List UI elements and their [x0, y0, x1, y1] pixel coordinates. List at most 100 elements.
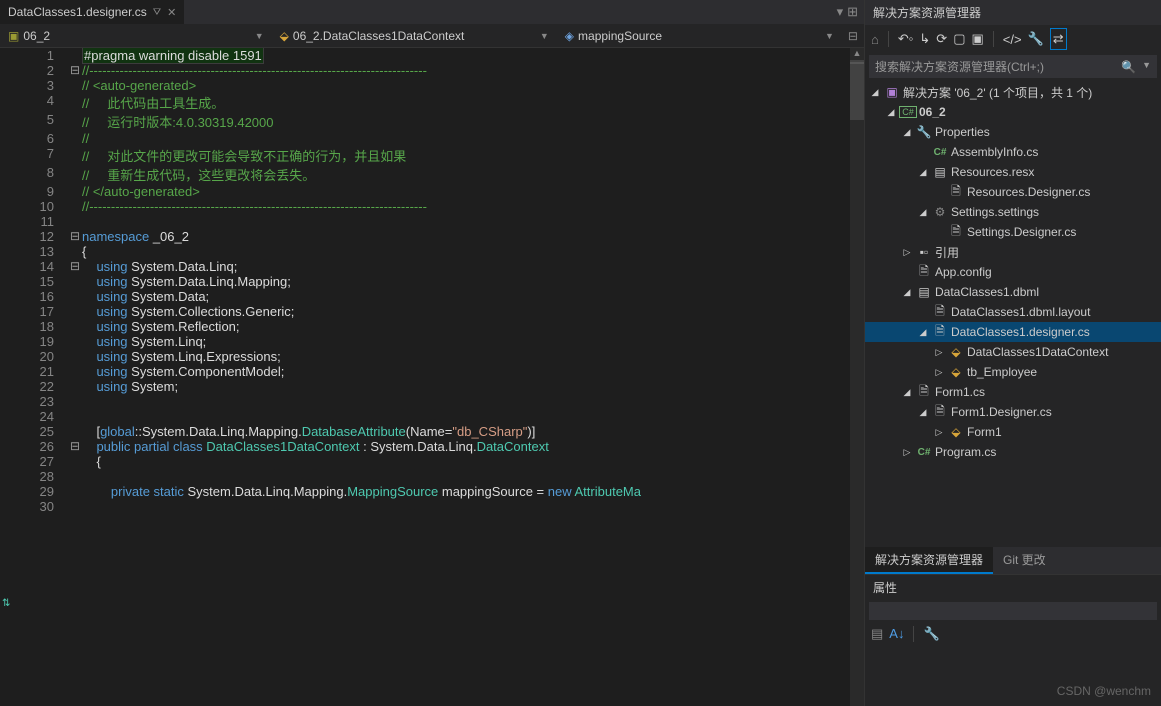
code-line[interactable]: 30: [18, 499, 850, 514]
solution-search-input[interactable]: 搜索解决方案资源管理器(Ctrl+;) 🔍▼: [869, 55, 1157, 78]
refresh-icon[interactable]: ⟳: [936, 31, 947, 47]
expand-arrow-icon[interactable]: ▷: [933, 427, 945, 438]
expand-arrow-icon[interactable]: ◢: [917, 407, 929, 418]
code-line[interactable]: 2⊟//------------------------------------…: [18, 63, 850, 78]
solution-tree[interactable]: ◢▣解决方案 '06_2' (1 个项目，共 1 个)◢C#06_2◢🔧Prop…: [865, 80, 1161, 547]
tree-item[interactable]: ◢⚙Settings.settings: [865, 202, 1161, 222]
code-line[interactable]: 18 using System.Reflection;: [18, 319, 850, 334]
tree-item[interactable]: ▷⬙DataClasses1DataContext: [865, 342, 1161, 362]
nav-class[interactable]: ⬙ 06_2.DataClasses1DataContext ▼: [272, 27, 557, 45]
properties-icon[interactable]: </>: [1003, 32, 1022, 47]
code-line[interactable]: 28: [18, 469, 850, 484]
tree-item[interactable]: 🗎DataClasses1.dbml.layout: [865, 302, 1161, 322]
tab-git-changes[interactable]: Git 更改: [993, 547, 1056, 574]
tree-item[interactable]: 🗎App.config: [865, 262, 1161, 282]
code-line[interactable]: 23: [18, 394, 850, 409]
code-line[interactable]: 3// <auto-generated>: [18, 78, 850, 93]
fold-toggle[interactable]: ⊟: [68, 229, 82, 244]
code-editor[interactable]: ⇅ 1#pragma warning disable 15912⊟//-----…: [0, 48, 864, 706]
sync-icon[interactable]: ⇄: [1050, 28, 1067, 50]
pin-icon[interactable]: ⛛: [153, 7, 161, 18]
tree-item[interactable]: ◢▣解决方案 '06_2' (1 个项目，共 1 个): [865, 82, 1161, 102]
tracking-icon[interactable]: ⇅: [2, 598, 10, 609]
expand-arrow-icon[interactable]: ◢: [901, 387, 913, 398]
expand-arrow-icon[interactable]: ◢: [901, 287, 913, 298]
expand-arrow-icon[interactable]: ▷: [933, 347, 945, 358]
tab-overflow-icon[interactable]: ▾: [837, 4, 844, 20]
fold-toggle[interactable]: ⊟: [68, 439, 82, 454]
nav-scope[interactable]: ▣ 06_2 ▼: [0, 27, 272, 45]
code-line[interactable]: 16 using System.Data;: [18, 289, 850, 304]
split-icon[interactable]: ⊟: [848, 29, 858, 43]
expand-arrow-icon[interactable]: ◢: [917, 327, 929, 338]
code-line[interactable]: 15 using System.Data.Linq.Mapping;: [18, 274, 850, 289]
code-line[interactable]: 8// 重新生成代码，这些更改将会丢失。: [18, 165, 850, 184]
tree-item[interactable]: C#AssemblyInfo.cs: [865, 142, 1161, 162]
expand-arrow-icon[interactable]: ▷: [901, 247, 913, 258]
back-icon[interactable]: ↶◦: [898, 31, 914, 47]
code-line[interactable]: 24: [18, 409, 850, 424]
expand-arrow-icon[interactable]: ◢: [869, 87, 881, 98]
code-line[interactable]: 6//: [18, 131, 850, 146]
window-split-icon[interactable]: ⊞: [847, 4, 858, 20]
tree-item[interactable]: 🗎Resources.Designer.cs: [865, 182, 1161, 202]
fold-toggle[interactable]: ⊟: [68, 63, 82, 78]
code-line[interactable]: 17 using System.Collections.Generic;: [18, 304, 850, 319]
categorized-icon[interactable]: ▤: [871, 626, 883, 642]
alphabetical-icon[interactable]: A↓: [889, 626, 904, 642]
tree-item[interactable]: ▷C#Program.cs: [865, 442, 1161, 462]
code-line[interactable]: 21 using System.ComponentModel;: [18, 364, 850, 379]
nav-member[interactable]: ◈ mappingSource ▼: [557, 27, 842, 45]
tree-item-label: AssemblyInfo.cs: [951, 145, 1038, 159]
class-icon: ⬙: [948, 344, 964, 360]
code-line[interactable]: 9// </auto-generated>: [18, 184, 850, 199]
code-line[interactable]: 27 {: [18, 454, 850, 469]
vertical-scrollbar[interactable]: ▲: [850, 48, 864, 706]
code-line[interactable]: 1#pragma warning disable 1591: [18, 48, 850, 63]
collapse-icon[interactable]: ▣: [971, 31, 983, 47]
expand-arrow-icon[interactable]: ◢: [917, 167, 929, 178]
code-line[interactable]: 20 using System.Linq.Expressions;: [18, 349, 850, 364]
home-icon[interactable]: ⌂: [871, 32, 879, 47]
code-line[interactable]: 22 using System;: [18, 379, 850, 394]
code-line[interactable]: 13{: [18, 244, 850, 259]
code-line[interactable]: 5// 运行时版本:4.0.30319.42000: [18, 112, 850, 131]
expand-arrow-icon[interactable]: ▷: [901, 447, 913, 458]
code-line[interactable]: 29 private static System.Data.Linq.Mappi…: [18, 484, 850, 499]
expand-arrow-icon[interactable]: ◢: [885, 107, 897, 118]
tree-item[interactable]: ▷⬙Form1: [865, 422, 1161, 442]
tree-item[interactable]: ◢▤Resources.resx: [865, 162, 1161, 182]
code-line[interactable]: 11: [18, 214, 850, 229]
code-line[interactable]: 4// 此代码由工具生成。: [18, 93, 850, 112]
close-icon[interactable]: ✕: [167, 6, 176, 19]
tree-item[interactable]: ◢🗎Form1.Designer.cs: [865, 402, 1161, 422]
code-line[interactable]: 12⊟namespace _06_2: [18, 229, 850, 244]
tree-item[interactable]: ◢C#06_2: [865, 102, 1161, 122]
tree-item[interactable]: ◢🗎Form1.cs: [865, 382, 1161, 402]
tree-item[interactable]: ◢🗎DataClasses1.designer.cs: [865, 322, 1161, 342]
tree-item-label: tb_Employee: [967, 365, 1037, 379]
expand-arrow-icon[interactable]: ◢: [901, 127, 913, 138]
code-line[interactable]: 19 using System.Linq;: [18, 334, 850, 349]
right-sidebar: 解决方案资源管理器 ⌂ ↶◦ ↳ ⟳ ▢ ▣ </> 🔧 ⇄ 搜索解决方案资源管…: [864, 0, 1161, 706]
wrench-icon[interactable]: 🔧: [923, 626, 939, 642]
tab-solution-explorer[interactable]: 解决方案资源管理器: [865, 547, 993, 574]
wrench-icon[interactable]: 🔧: [1028, 31, 1044, 47]
show-all-icon[interactable]: ▢: [953, 31, 965, 47]
code-line[interactable]: 26⊟ public partial class DataClasses1Dat…: [18, 439, 850, 454]
fold-toggle[interactable]: ⊟: [68, 259, 82, 274]
expand-arrow-icon[interactable]: ◢: [917, 207, 929, 218]
tree-item[interactable]: ▷⬙tb_Employee: [865, 362, 1161, 382]
code-line[interactable]: 14⊟ using System.Data.Linq;: [18, 259, 850, 274]
tree-item[interactable]: ▷▪▫引用: [865, 242, 1161, 262]
code-line[interactable]: 10//------------------------------------…: [18, 199, 850, 214]
file-tab[interactable]: DataClasses1.designer.cs ⛛ ✕: [0, 0, 184, 24]
code-line[interactable]: 25 [global::System.Data.Linq.Mapping.Dat…: [18, 424, 850, 439]
tree-item[interactable]: ◢🔧Properties: [865, 122, 1161, 142]
tree-item[interactable]: ◢▤DataClasses1.dbml: [865, 282, 1161, 302]
tree-item[interactable]: 🗎Settings.Designer.cs: [865, 222, 1161, 242]
code-line[interactable]: 7// 对此文件的更改可能会导致不正确的行为，并且如果: [18, 146, 850, 165]
forward-icon[interactable]: ↳: [919, 31, 930, 47]
expand-arrow-icon[interactable]: ▷: [933, 367, 945, 378]
fold-toggle: [68, 409, 82, 424]
